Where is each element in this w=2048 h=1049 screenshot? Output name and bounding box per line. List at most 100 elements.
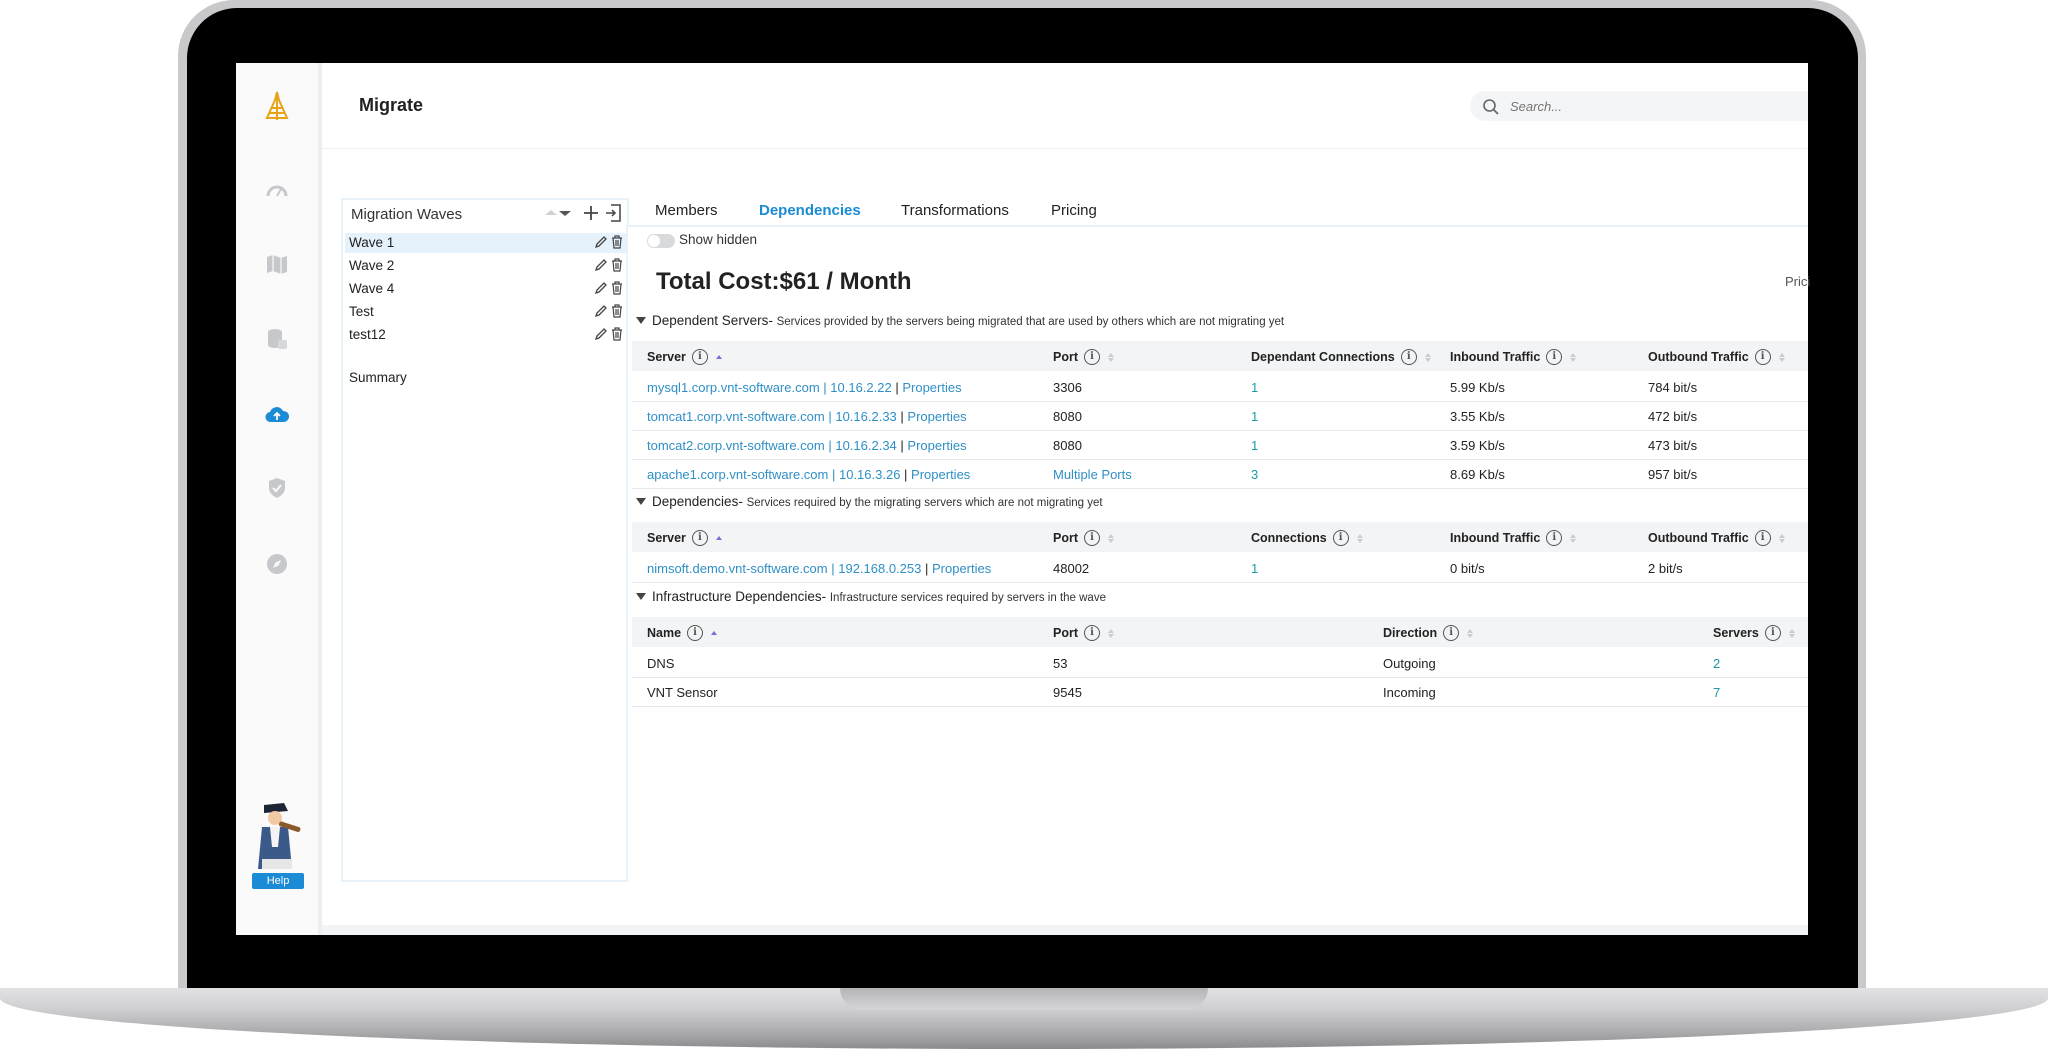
col-connections[interactable]: Connections i [1251, 530, 1363, 546]
connections-link[interactable]: 1 [1251, 380, 1258, 395]
properties-link[interactable]: Properties [932, 561, 991, 576]
sort-icon[interactable] [1778, 533, 1785, 543]
col-inbound[interactable]: Inbound Traffic i [1450, 349, 1577, 365]
search-input[interactable] [1510, 96, 1808, 116]
col-direction[interactable]: Direction i [1383, 625, 1474, 641]
edit-icon[interactable] [594, 235, 608, 252]
edit-icon[interactable] [594, 281, 608, 298]
collapse-arrow-icon[interactable] [636, 593, 646, 600]
col-outbound[interactable]: Outbound Traffic i [1648, 530, 1785, 546]
properties-link[interactable]: Properties [907, 438, 966, 453]
server-host-link[interactable]: mysql1.corp.vnt-software.com [647, 380, 820, 395]
server-host-link[interactable]: tomcat1.corp.vnt-software.com [647, 409, 825, 424]
col-servers[interactable]: Servers i [1713, 625, 1795, 641]
add-wave-icon[interactable] [583, 205, 599, 226]
sort-toggle-icon[interactable] [543, 206, 577, 225]
server-ip-link[interactable]: 10.16.2.34 [835, 438, 896, 453]
wave-item[interactable]: Wave 4 [345, 279, 627, 299]
info-icon[interactable]: i [1546, 530, 1563, 546]
info-icon[interactable]: i [1754, 530, 1771, 546]
dependencies-section[interactable]: Dependencies- Services required by the m… [636, 494, 1103, 509]
col-inbound[interactable]: Inbound Traffic i [1450, 530, 1577, 546]
sort-icon[interactable] [1778, 352, 1785, 362]
properties-link[interactable]: Properties [911, 467, 970, 482]
server-host-link[interactable]: nimsoft.demo.vnt-software.com [647, 561, 828, 576]
sort-icon[interactable] [1356, 533, 1363, 543]
wave-item[interactable]: Wave 2 [345, 256, 627, 276]
info-icon[interactable]: i [1764, 625, 1781, 641]
info-icon[interactable]: i [1084, 625, 1100, 641]
database-icon[interactable] [264, 326, 290, 352]
info-icon[interactable]: i [1400, 349, 1417, 365]
servers-link[interactable]: 2 [1713, 656, 1720, 671]
infrastructure-section[interactable]: Infrastructure Dependencies- Infrastruct… [636, 589, 1106, 604]
server-host-link[interactable]: apache1.corp.vnt-software.com [647, 467, 828, 482]
info-icon[interactable]: i [1546, 349, 1563, 365]
sort-icon[interactable] [1467, 628, 1474, 638]
info-icon[interactable]: i [1443, 625, 1460, 641]
col-name[interactable]: Name i [647, 625, 718, 641]
tab-dependencies[interactable]: Dependencies [759, 202, 861, 219]
trash-icon[interactable] [611, 304, 623, 321]
summary-item[interactable]: Summary [345, 368, 627, 388]
collapse-arrow-icon[interactable] [636, 498, 646, 505]
properties-link[interactable]: Properties [902, 380, 961, 395]
shield-icon[interactable] [264, 475, 290, 501]
col-port[interactable]: Port i [1053, 625, 1114, 641]
wave-item[interactable]: Test [345, 302, 627, 322]
wave-item[interactable]: Wave 1 [345, 233, 627, 253]
properties-link[interactable]: Properties [907, 409, 966, 424]
server-host-link[interactable]: tomcat2.corp.vnt-software.com [647, 438, 825, 453]
help-button[interactable]: Help [252, 873, 304, 889]
col-server[interactable]: Server i [647, 349, 722, 365]
sort-icon[interactable] [1108, 628, 1114, 638]
connections-link[interactable]: 1 [1251, 438, 1258, 453]
pricing-link[interactable]: Prici [1785, 274, 1810, 289]
server-ip-link[interactable]: 10.16.2.33 [835, 409, 896, 424]
sort-icon[interactable] [1570, 352, 1577, 362]
sort-icon[interactable] [1108, 533, 1114, 543]
info-icon[interactable]: i [691, 530, 708, 546]
edit-icon[interactable] [594, 304, 608, 321]
import-icon[interactable] [605, 204, 621, 227]
sort-icon[interactable] [1570, 533, 1577, 543]
sort-icon[interactable] [711, 631, 718, 635]
tab-members[interactable]: Members [655, 202, 718, 219]
info-icon[interactable]: i [1084, 530, 1100, 546]
dashboard-icon[interactable] [264, 177, 290, 203]
sort-icon[interactable] [715, 536, 722, 540]
tab-transformations[interactable]: Transformations [901, 202, 1009, 219]
logo-icon[interactable] [262, 90, 292, 124]
sort-icon[interactable] [715, 355, 722, 359]
info-icon[interactable]: i [1332, 530, 1349, 546]
port-cell[interactable]: Multiple Ports [1053, 467, 1132, 482]
help-mascot[interactable]: Help [250, 799, 306, 889]
sort-icon[interactable] [1424, 352, 1431, 362]
info-icon[interactable]: i [691, 349, 708, 365]
col-connections[interactable]: Dependant Connections i [1251, 349, 1431, 365]
info-icon[interactable]: i [1754, 349, 1771, 365]
dependent-servers-section[interactable]: Dependent Servers- Services provided by … [636, 313, 1284, 328]
sort-icon[interactable] [1108, 352, 1114, 362]
edit-icon[interactable] [594, 327, 608, 344]
connections-link[interactable]: 3 [1251, 467, 1258, 482]
trash-icon[interactable] [611, 258, 623, 275]
edit-icon[interactable] [594, 258, 608, 275]
collapse-arrow-icon[interactable] [636, 317, 646, 324]
server-ip-link[interactable]: 192.168.0.253 [838, 561, 921, 576]
trash-icon[interactable] [611, 327, 623, 344]
col-port[interactable]: Port i [1053, 530, 1114, 546]
sort-icon[interactable] [1788, 628, 1795, 638]
trash-icon[interactable] [611, 235, 623, 252]
server-ip-link[interactable]: 10.16.2.22 [830, 380, 891, 395]
col-port[interactable]: Port i [1053, 349, 1114, 365]
search-box[interactable] [1470, 91, 1808, 121]
cloud-upload-icon[interactable] [264, 401, 290, 427]
compass-icon[interactable] [264, 551, 290, 577]
info-icon[interactable]: i [687, 625, 704, 641]
server-ip-link[interactable]: 10.16.3.26 [839, 467, 900, 482]
map-icon[interactable] [264, 251, 290, 277]
trash-icon[interactable] [611, 281, 623, 298]
show-hidden-toggle[interactable] [647, 234, 675, 248]
connections-link[interactable]: 1 [1251, 409, 1258, 424]
